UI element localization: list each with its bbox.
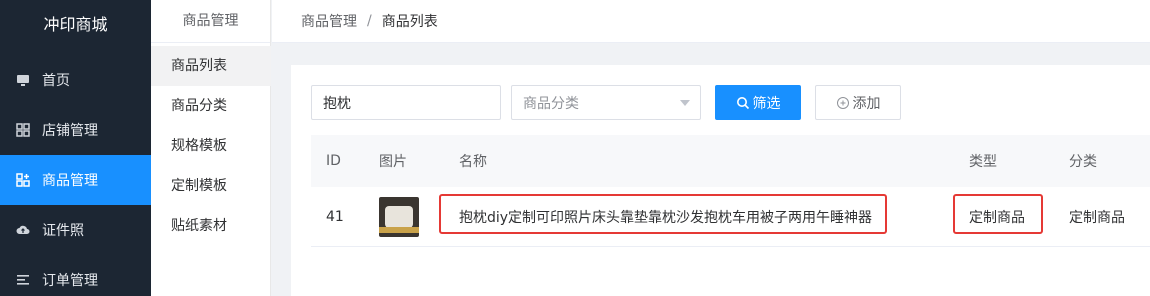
goods-table: ID 图片 名称 类型 分类 41 抱枕diy定制可印照片床头靠垫靠枕沙发抱枕车… [311,135,1150,247]
column-header-type: 类型 [969,154,997,170]
category-select-placeholder: 商品分类 [523,95,579,112]
nav-label-home: 首页 [42,73,70,89]
nav-label-goods: 商品管理 [42,173,98,189]
type-highlight-box [953,194,1043,234]
column-header-name: 名称 [459,154,487,170]
row-image[interactable] [379,187,419,246]
list-icon [16,273,30,287]
nav-label-store: 店铺管理 [42,123,98,139]
goods-icon [16,173,30,187]
content-card: 抱枕 商品分类 筛选 添加 ID 图片 名称 类型 分类 41 抱枕diy定制可… [291,65,1150,296]
sub-item-goods-category[interactable]: 商品分类 [151,86,271,126]
pillow-graphic [385,205,413,228]
nav-item-id-photo[interactable]: 证件照 [0,205,151,255]
nav-item-home[interactable]: 首页 [0,55,151,105]
nav-item-goods[interactable]: 商品管理 [0,155,151,205]
product-thumbnail[interactable] [379,196,419,237]
filter-button[interactable]: 筛选 [715,85,801,120]
table-header: ID 图片 名称 类型 分类 [311,135,1150,187]
brand-title: 冲印商城 [43,15,108,34]
add-button-label: 添加 [852,95,881,112]
add-button[interactable]: 添加 [815,85,901,120]
filter-button-label: 筛选 [752,95,781,112]
breadcrumb-parent[interactable]: 商品管理 [301,11,357,31]
breadcrumb-current: 商品列表 [381,14,438,30]
main-sidebar: 冲印商城 首页 店铺管理 商品管理 证件照 订单管理 [0,0,151,296]
row-id: 41 [326,208,344,225]
monitor-icon [16,73,30,87]
thumbnail-band [379,226,419,233]
nav-item-orders[interactable]: 订单管理 [0,255,151,296]
plus-circle-icon [836,96,850,110]
nav-label-id-photo: 证件照 [42,223,84,239]
column-header-category: 分类 [1069,154,1097,170]
search-input[interactable]: 抱枕 [311,85,501,120]
chevron-down-icon [680,100,690,106]
sub-sidebar-title: 商品管理 [151,0,270,43]
nav-item-store[interactable]: 店铺管理 [0,105,151,155]
breadcrumb: 商品管理 / 商品列表 [272,0,1150,43]
category-select[interactable]: 商品分类 [511,85,701,120]
sub-item-sticker-material[interactable]: 贴纸素材 [151,206,271,246]
sub-item-spec-template[interactable]: 规格模板 [151,126,271,166]
column-header-image: 图片 [379,154,407,170]
sub-item-custom-template[interactable]: 定制模板 [151,166,271,206]
table-row[interactable]: 41 抱枕diy定制可印照片床头靠垫靠枕沙发抱枕车用被子两用午睡神器 定制商品 … [311,187,1150,247]
column-header-id: ID [326,153,341,169]
search-icon [736,96,750,110]
cloud-upload-icon [16,223,30,237]
row-category: 定制商品 [1069,209,1125,226]
name-highlight-box [439,194,887,234]
sub-sidebar: 商品管理 商品列表 商品分类 规格模板 定制模板 贴纸素材 [151,0,271,296]
search-input-value: 抱枕 [323,95,351,112]
breadcrumb-separator: / [367,13,372,29]
nav-label-orders: 订单管理 [42,273,98,289]
sub-item-goods-list[interactable]: 商品列表 [151,46,271,86]
store-icon [16,123,30,137]
